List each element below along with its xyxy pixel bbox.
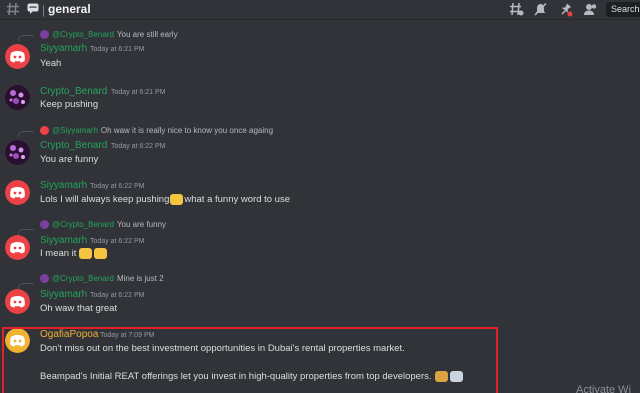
reply-connector [18,283,34,289]
hash-icon [7,2,19,16]
thread-icon [27,3,39,14]
message-author[interactable]: Siyyamarh [40,235,87,246]
message-author[interactable]: Crypto_Benard [40,86,107,97]
reply-author: @Crypto_Benard [52,30,114,39]
channel-name: general [48,2,91,16]
channel-header: | general Search [0,0,640,20]
discord-logo-icon [5,44,30,69]
highlight-box [2,327,498,393]
galaxy-avatar-icon [5,85,30,110]
laughing-emoji-icon [94,248,108,259]
members-icon[interactable] [583,2,598,17]
reply-text: Mine is just 2 [116,274,164,283]
reply-text: You are funny [116,220,167,229]
avatar[interactable] [5,235,30,260]
reply-avatar [40,274,49,283]
reply-author: @Siyyamarh [52,126,98,135]
message-text-part: what a funny word to use [184,194,290,206]
pin-icon[interactable] [558,2,573,17]
message-text: Yeah [40,58,62,69]
reply-connector [18,131,34,137]
reply-connector [18,229,34,235]
message-text: Oh waw that great [40,303,118,314]
message-author[interactable]: Siyyamarh [40,289,87,300]
reply-author: @Crypto_Benard [52,220,114,229]
reply-avatar [40,30,49,39]
threads-icon[interactable] [509,2,524,17]
avatar[interactable] [5,44,30,69]
avatar[interactable] [5,85,30,110]
search-input[interactable]: Search [606,2,640,17]
reply-preview[interactable]: @Crypto_Benard Mine is just 2 [40,274,164,283]
search-placeholder: Search [611,4,640,14]
reply-text: You are still early [116,30,178,39]
message-timestamp: Today at 6:22 PM [90,292,145,299]
message-timestamp: Today at 6:21 PM [90,46,145,53]
message-text: You are funny [40,154,99,165]
reply-preview[interactable]: @Siyyamarh Oh waw it is really nice to k… [40,126,273,135]
galaxy-avatar-icon [5,140,30,165]
laughing-emoji-icon [79,248,93,259]
channel-separator: | [42,3,46,17]
avatar[interactable] [5,180,30,205]
avatar[interactable] [5,289,30,314]
message-timestamp: Today at 6:21 PM [111,89,166,96]
message-author[interactable]: Crypto_Benard [40,140,107,151]
message-author[interactable]: Siyyamarh [40,43,87,54]
reply-text: Oh waw it is really nice to know you onc… [100,126,274,135]
reply-author: @Crypto_Benard [52,274,114,283]
message-timestamp: Today at 6:22 PM [111,143,166,150]
reply-connector [18,35,34,41]
message-author[interactable]: Siyyamarh [40,180,87,191]
message-timestamp: Today at 6:22 PM [90,183,145,190]
message-text: I mean it [40,248,108,259]
laughing-emoji-icon [170,194,184,205]
reply-avatar [40,220,49,229]
discord-logo-icon [5,289,30,314]
message-text: Lols I will always keep pushing what a fu… [40,194,290,205]
avatar[interactable] [5,140,30,165]
discord-logo-icon [5,235,30,260]
message-text-part: Lols I will always keep pushing [40,194,170,206]
mute-icon[interactable] [533,2,548,17]
message-text-part: I mean it [40,248,77,260]
message-timestamp: Today at 6:22 PM [90,238,145,245]
reply-preview[interactable]: @Crypto_Benard You are still early [40,30,178,39]
activate-windows-watermark: Activate Wi [576,384,632,393]
reply-avatar [40,126,49,135]
message-text: Keep pushing [40,99,99,110]
discord-logo-icon [5,180,30,205]
reply-preview[interactable]: @Crypto_Benard You are funny [40,220,166,229]
